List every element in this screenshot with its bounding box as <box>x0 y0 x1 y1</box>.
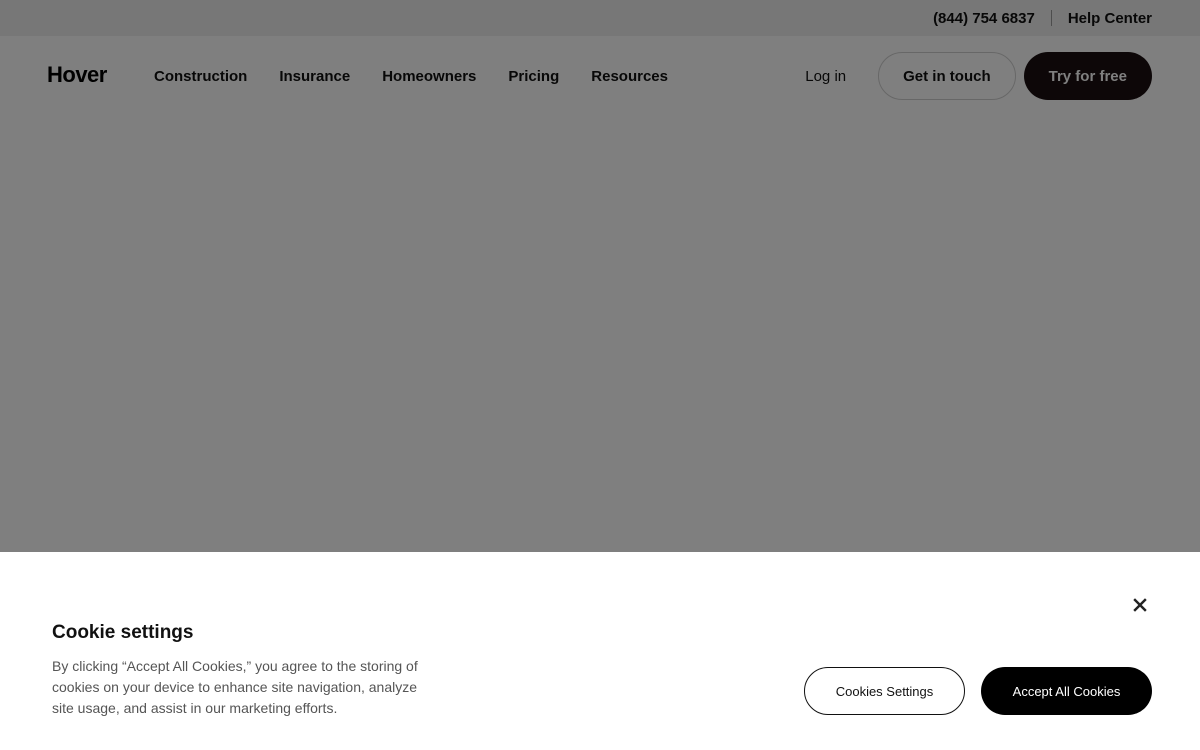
cookies-settings-button[interactable]: Cookies Settings <box>804 667 965 715</box>
cookie-actions: Cookies Settings Accept All Cookies <box>804 667 1152 715</box>
close-icon <box>1133 597 1147 615</box>
cookie-banner: Cookie settings By clicking “Accept All … <box>0 552 1200 750</box>
close-button[interactable] <box>1128 594 1152 618</box>
cookie-title: Cookie settings <box>52 622 194 643</box>
accept-all-cookies-button[interactable]: Accept All Cookies <box>981 667 1152 715</box>
cookie-description: By clicking “Accept All Cookies,” you ag… <box>52 658 418 716</box>
